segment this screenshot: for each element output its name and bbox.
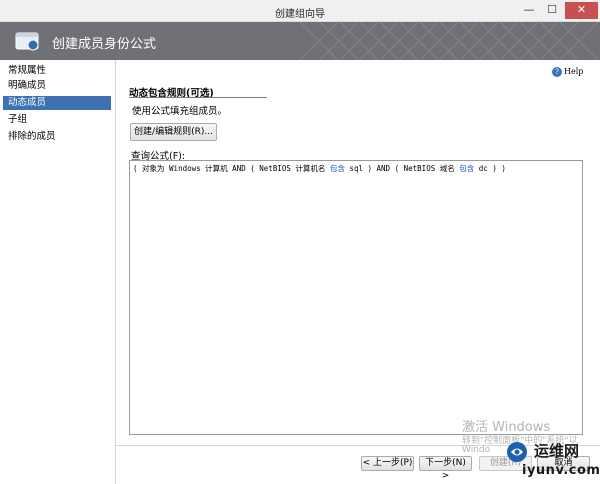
watermark-logo-icon (507, 442, 527, 462)
query-text-part: sql ) AND ( NetBIOS 域名 (344, 164, 460, 173)
minimize-button[interactable]: — (518, 2, 540, 19)
watermark-domain: iyunv.com (522, 463, 600, 478)
create-edit-rules-button[interactable]: 创建/编辑规则(R)... (130, 123, 217, 141)
sidebar-item-explicit-members[interactable]: 明确成员 (3, 79, 111, 93)
banner-pattern (300, 22, 599, 60)
query-text-part: dc ) ) (474, 164, 506, 173)
group-wizard-icon (15, 32, 39, 51)
section-divider (129, 97, 267, 98)
query-text-part: ( 对象为 Windows 计算机 AND ( NetBIOS 计算机名 (133, 164, 330, 173)
title-bar: 创建组向导 — ☐ ✕ (0, 0, 600, 22)
maximize-button[interactable]: ☐ (541, 2, 563, 19)
wizard-steps-sidebar: 常规属性 明确成员 动态成员 子组 排除的成员 (0, 60, 116, 484)
activate-windows-hint-2: Windo (462, 445, 491, 455)
next-button[interactable]: 下一步(N) > (419, 456, 472, 481)
query-operator: 包含 (329, 164, 345, 173)
window-title: 创建组向导 (275, 9, 325, 20)
help-label: Help (564, 67, 584, 76)
sidebar-item-dynamic-members[interactable]: 动态成员 (3, 96, 111, 110)
section-description: 使用公式填充组成员。 (132, 106, 228, 117)
help-icon: ? (552, 67, 562, 77)
wizard-banner: 创建成员身份公式 (0, 22, 600, 60)
sidebar-item-general-properties[interactable]: 常规属性 (3, 64, 111, 78)
query-operator: 包含 (459, 164, 475, 173)
previous-button[interactable]: < 上一步(P) (361, 456, 414, 471)
sidebar-item-excluded-members[interactable]: 排除的成员 (3, 130, 111, 144)
query-formula-box[interactable]: ( 对象为 Windows 计算机 AND ( NetBIOS 计算机名 包含 … (129, 160, 583, 435)
help-link[interactable]: ? Help (552, 67, 583, 77)
close-button[interactable]: ✕ (565, 2, 598, 19)
banner-title: 创建成员身份公式 (52, 37, 157, 52)
watermark-name: 运维网 (534, 442, 580, 460)
sidebar-item-subgroups[interactable]: 子组 (3, 113, 111, 127)
